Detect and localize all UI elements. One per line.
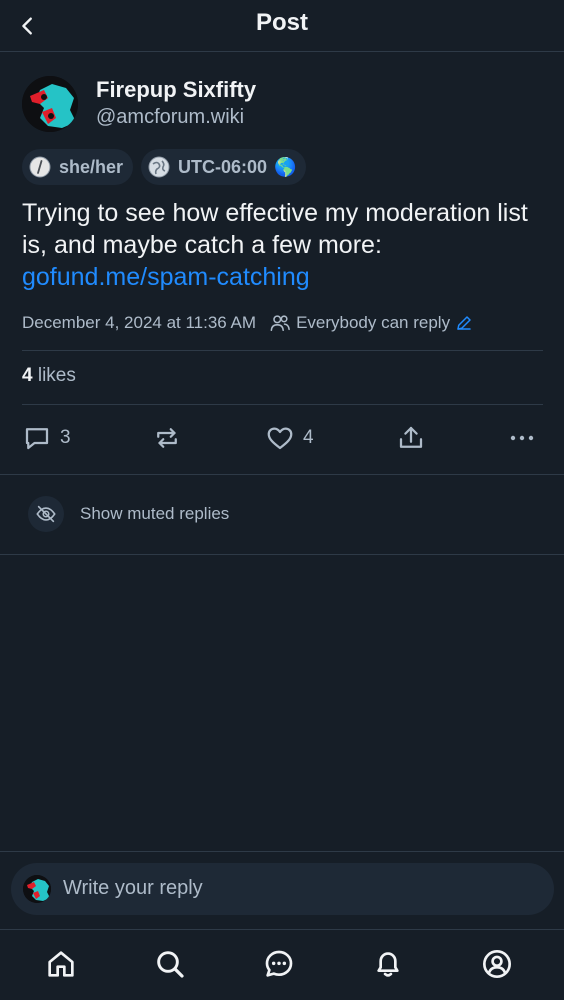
timezone-tag: UTC-06:00 🌎 — [141, 149, 307, 185]
reply-count: 3 — [60, 427, 71, 448]
post-timestamp: December 4, 2024 at 11:36 AM — [22, 313, 257, 332]
share-button[interactable] — [396, 418, 426, 458]
post-text: Trying to see how effective my moderatio… — [22, 197, 547, 293]
more-options-button[interactable] — [508, 418, 536, 458]
reply-placeholder: Write your reply — [63, 877, 203, 899]
search-icon — [157, 951, 184, 978]
divider — [0, 474, 564, 475]
post-actions: 3 4 — [0, 418, 564, 458]
tab-profile[interactable] — [479, 946, 515, 982]
earth-americas-emoji: 🌎 — [274, 156, 297, 177]
pronoun-slash-icon — [29, 156, 51, 178]
divider — [0, 554, 564, 555]
profile-icon — [483, 950, 511, 978]
show-muted-replies-label: Show muted replies — [80, 504, 230, 523]
pronouns-label: she/her — [59, 156, 124, 177]
tab-search[interactable] — [152, 946, 188, 982]
bell-icon — [377, 952, 399, 977]
repost-icon — [157, 428, 177, 448]
ellipsis-icon — [510, 435, 534, 441]
tab-home[interactable] — [43, 946, 79, 982]
header: Post — [0, 0, 564, 52]
reply-input[interactable]: Write your reply — [11, 863, 554, 915]
tab-notifications[interactable] — [370, 946, 406, 982]
home-icon — [48, 951, 74, 977]
comment-icon — [25, 428, 49, 450]
reply-setting[interactable]: Everybody can reply — [269, 313, 473, 333]
heart-icon — [267, 427, 293, 450]
post-link[interactable]: gofund.me/spam-catching — [22, 263, 310, 291]
like-button[interactable]: 4 — [265, 418, 314, 458]
pronouns-tag: she/her — [22, 149, 134, 185]
author-handle: @amcforum.wiki — [96, 106, 245, 128]
page-title: Post — [255, 9, 308, 36]
pencil-icon — [457, 316, 471, 330]
post-author: Firepup Sixfifty @amcforum.wiki — [22, 74, 522, 136]
divider — [22, 404, 543, 405]
like-count: 4 — [303, 427, 314, 448]
tab-chat[interactable] — [261, 946, 297, 982]
globe-icon — [148, 156, 170, 178]
repost-button[interactable] — [152, 418, 182, 458]
reply-setting-label: Everybody can reply — [296, 313, 451, 332]
bottom-tab-bar — [0, 929, 564, 1000]
avatar[interactable] — [22, 76, 78, 132]
timezone-label: UTC-06:00 — [178, 156, 268, 177]
likes-label: likes — [37, 365, 76, 386]
chat-icon — [265, 950, 293, 977]
post-meta: December 4, 2024 at 11:36 AM Everybody c… — [22, 311, 473, 335]
eye-slash-icon — [36, 505, 56, 523]
author-display-name[interactable]: Firepup Sixfifty — [96, 77, 256, 103]
reply-composer-bar: Write your reply — [0, 851, 564, 929]
composer-avatar — [23, 875, 51, 903]
profile-tags: she/her UTC-06:00 🌎 — [22, 149, 307, 185]
share-icon — [399, 426, 423, 448]
reply-button[interactable]: 3 — [22, 418, 71, 458]
divider — [22, 350, 543, 351]
post-body: Trying to see how effective my moderatio… — [22, 199, 528, 259]
show-muted-replies-button[interactable]: Show muted replies — [28, 496, 229, 532]
people-icon — [270, 315, 290, 332]
likes-count: 4 — [22, 365, 33, 386]
muted-icon-circle — [28, 496, 64, 532]
likes-count-link[interactable]: 4 likes — [22, 365, 76, 387]
